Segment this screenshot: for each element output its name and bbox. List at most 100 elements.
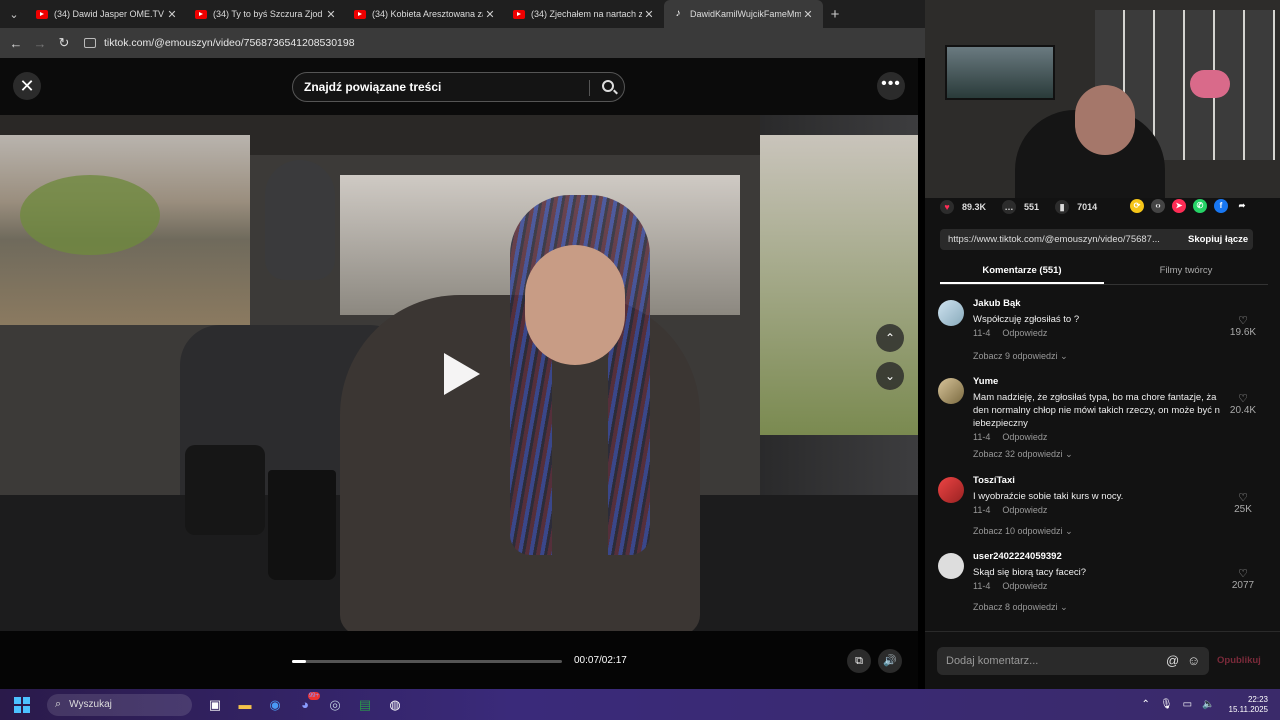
comment-user[interactable]: Yume (973, 376, 998, 387)
avatar[interactable] (938, 300, 964, 326)
bookmark-icon[interactable]: ▮ (1055, 200, 1070, 214)
view-replies-button[interactable]: Zobacz 8 odpowiedzi ⌄ (973, 602, 1068, 613)
heart-icon[interactable]: ♡ (1228, 314, 1258, 327)
back-icon[interactable]: ← (4, 36, 28, 51)
next-video-icon[interactable]: ⌄ (876, 362, 904, 390)
clock[interactable]: 22:23 15.11.2025 (1229, 695, 1268, 715)
display-icon[interactable]: ▭ (1183, 699, 1192, 710)
search-input[interactable]: Znajdź powiązane treści (292, 72, 625, 102)
previous-video-icon[interactable]: ⌃ (876, 324, 904, 352)
play-icon[interactable] (444, 353, 480, 395)
avatar[interactable] (938, 378, 964, 404)
close-tab-icon[interactable]: ✕ (165, 8, 179, 21)
tab-title: (34) Dawid Jasper OME.TV #21 (54, 9, 165, 19)
excel-icon[interactable]: ▤ (352, 694, 378, 716)
progress-bar[interactable] (292, 660, 562, 663)
floating-player-icon[interactable]: ⧉ (847, 649, 871, 673)
taskbar-search[interactable]: ⌕ Wyszukaj (47, 693, 192, 716)
reply-button[interactable]: Odpowiedz (1002, 505, 1047, 515)
view-replies-button[interactable]: Zobacz 32 odpowiedzi ⌄ (973, 449, 1073, 460)
heart-icon[interactable]: ♡ (1228, 491, 1258, 504)
url-field[interactable]: tiktok.com/@emouszyn/video/7568736541208… (84, 37, 355, 49)
tab-creator-videos[interactable]: Filmy twórcy (1104, 258, 1268, 284)
tab-comments[interactable]: Komentarze (551) (940, 258, 1104, 284)
view-replies-button[interactable]: Zobacz 9 odpowiedzi ⌄ (973, 351, 1068, 362)
new-tab-button[interactable]: + (823, 6, 847, 23)
address-bar: ← → ↻ tiktok.com/@emouszyn/video/7568736… (0, 28, 925, 58)
post-button[interactable]: Opublikuj (1217, 655, 1261, 666)
send-icon[interactable]: ➤ (1172, 199, 1186, 213)
likes-count: 89.3K (962, 202, 987, 212)
comment-meta: 11-4 Odpowiedz (973, 328, 1059, 338)
video-player[interactable]: ⌃ ⌄ (0, 115, 918, 631)
youtube-icon (36, 9, 48, 19)
mention-icon[interactable]: @ (1166, 647, 1179, 675)
reply-button[interactable]: Odpowiedz (1002, 581, 1047, 591)
browser-tab[interactable]: (34) Ty to byś Szczura Zjod | Sp✕ (187, 0, 346, 28)
tab-title: (34) Ty to byś Szczura Zjod | Sp (213, 9, 324, 19)
comment-like[interactable]: ♡ 19.6K (1228, 314, 1258, 338)
forward-icon[interactable]: → (28, 36, 52, 51)
heart-icon[interactable]: ♡ (1228, 392, 1258, 405)
comment-user[interactable]: ToszíTaxi (973, 475, 1015, 486)
taskbar: ⌕ Wyszukaj ▣ ▬ ◉ ◕ 99+ ◎ ▤ ◍ ⌃ 🎙 ▭ 🔈 22:23… (0, 689, 1280, 720)
close-button[interactable]: ✕ (13, 72, 41, 100)
youtube-icon (195, 9, 207, 19)
comment-date: 11-4 (973, 432, 991, 442)
browser-tab[interactable]: (34) Kobieta Aresztowana za Uj✕ (346, 0, 505, 28)
comment-meta: 11-4 Odpowiedz (973, 581, 1059, 591)
avatar[interactable] (938, 477, 964, 503)
comment-date: 11-4 (973, 505, 991, 515)
close-tab-icon[interactable]: ✕ (483, 8, 497, 21)
task-view-icon[interactable]: ▣ (202, 694, 228, 716)
windows-start-icon[interactable] (14, 696, 30, 713)
microphone-icon[interactable]: 🎙 (1160, 699, 1173, 710)
reply-button[interactable]: Odpowiedz (1002, 432, 1047, 442)
volume-icon[interactable]: 🔊 (878, 649, 902, 673)
chevron-up-icon[interactable]: ⌃ (1142, 699, 1150, 710)
more-options-icon[interactable]: ••• (877, 72, 905, 100)
comment-user[interactable]: user2402224059392 (973, 551, 1062, 562)
site-info-icon[interactable] (84, 38, 96, 48)
comment-like[interactable]: ♡ 25K (1228, 491, 1258, 515)
chrome-icon[interactable]: ◉ (262, 694, 288, 716)
facebook-icon[interactable]: f (1214, 199, 1228, 213)
close-tab-icon[interactable]: ✕ (642, 8, 656, 21)
copy-link-button[interactable]: Skopiuj łącze (1188, 234, 1248, 245)
taskbar-search-label: Wyszukaj (69, 699, 112, 710)
heart-icon[interactable]: ♡ (1228, 567, 1258, 580)
browser-tab[interactable]: (34) Dawid Jasper OME.TV #21✕ (28, 0, 187, 28)
avatar[interactable] (938, 553, 964, 579)
comment-like[interactable]: ♡ 20.4K (1228, 392, 1258, 416)
comments-count: 551 (1024, 202, 1040, 212)
video-frame-part (0, 135, 250, 325)
reload-icon[interactable]: ↻ (52, 35, 76, 51)
file-explorer-icon[interactable]: ▬ (232, 694, 258, 716)
browser-tab[interactable]: (34) Zjechałem na nartach z Mo✕ (505, 0, 664, 28)
reply-button[interactable]: Odpowiedz (1002, 328, 1047, 338)
discord-icon[interactable]: ◕ 99+ (292, 691, 320, 716)
comment-input[interactable]: Dodaj komentarz... @ ☺ (937, 647, 1209, 675)
close-tab-icon[interactable]: ✕ (324, 8, 338, 21)
browser-tab-active[interactable]: ♪ DawidKamilWujcikFameMma (@✕ (664, 0, 823, 28)
comment-user[interactable]: Jakub Bąk (973, 298, 1021, 309)
share-arrow-icon[interactable]: ➦ (1235, 199, 1249, 213)
emoji-icon[interactable]: ☺ (1187, 647, 1200, 675)
speaker-icon[interactable]: 🔈 (1202, 699, 1214, 710)
view-replies-label: Zobacz 8 odpowiedzi (973, 602, 1058, 612)
whatsapp-icon[interactable]: ✆ (1193, 199, 1207, 213)
like-icon[interactable]: ♥ (940, 200, 954, 214)
obs-icon[interactable]: ◍ (382, 694, 408, 716)
steam-icon[interactable]: ◎ (322, 694, 348, 716)
repost-icon[interactable]: ⟳ (1130, 199, 1144, 213)
embed-icon[interactable]: ‹› (1151, 199, 1165, 213)
tab-search-chevron-icon[interactable]: ⌄ (0, 0, 28, 28)
comment-like[interactable]: ♡ 2077 (1228, 567, 1258, 591)
comment-item: user2402224059392 Skąd się biorą tacy fa… (938, 551, 1268, 627)
comment-icon[interactable]: … (1002, 200, 1017, 214)
browser-tab-bar: ⌄ (34) Dawid Jasper OME.TV #21✕ (34) Ty … (0, 0, 925, 28)
view-replies-button[interactable]: Zobacz 10 odpowiedzi ⌄ (973, 526, 1073, 537)
search-icon[interactable] (602, 80, 614, 92)
close-tab-icon[interactable]: ✕ (801, 8, 815, 21)
notification-badge: 99+ (307, 691, 320, 700)
